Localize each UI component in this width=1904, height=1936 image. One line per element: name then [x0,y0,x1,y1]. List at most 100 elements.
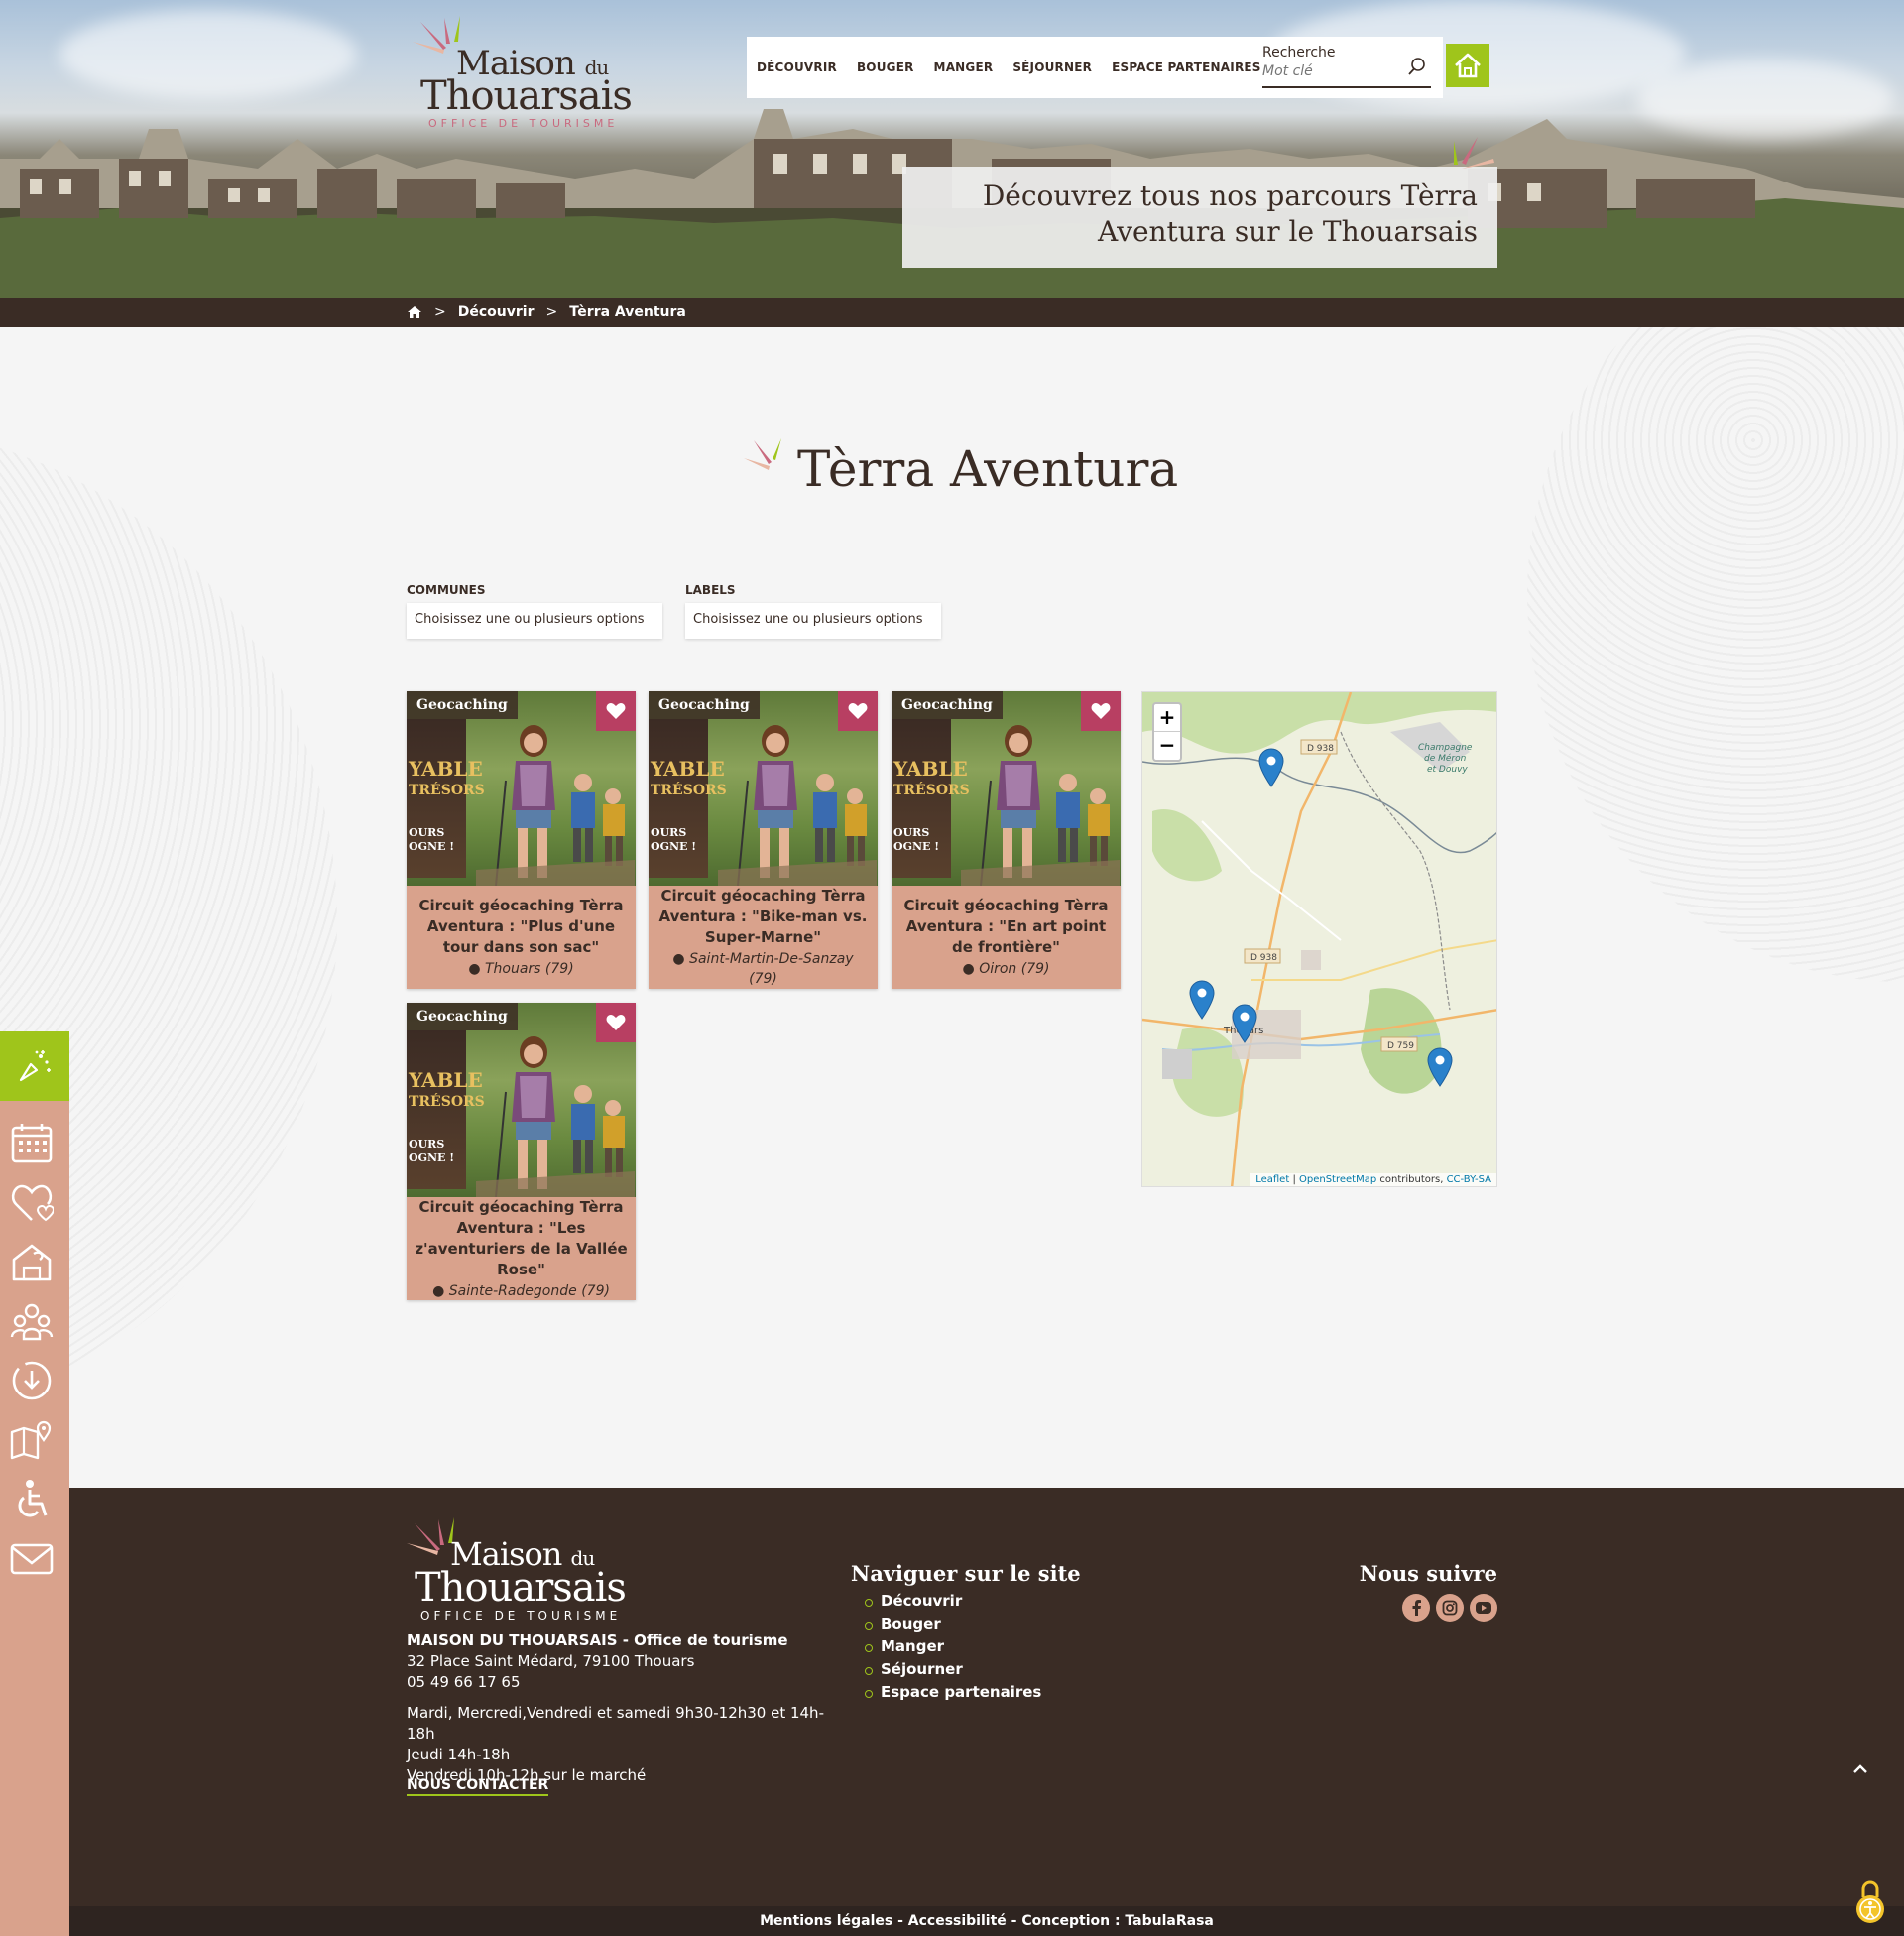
accommodation-icon[interactable] [10,1240,54,1283]
facebook-icon[interactable] [1402,1594,1430,1622]
home-button[interactable] [1446,44,1489,87]
activity-card[interactable]: YABLE TRÉSORS OURS OGNE ! Geocaching Cir… [649,691,878,989]
credits-link[interactable]: Conception : TabulaRasa [1021,1913,1214,1929]
filter-labels-select[interactable]: Choisissez une ou plusieurs options [685,603,941,639]
background-pattern [1527,327,1904,982]
hikers-illustration [476,1036,635,1197]
hikers-illustration [476,725,635,886]
breadcrumb-item-decouvrir[interactable]: Découvrir [458,304,535,320]
card-body: Circuit géocaching Tèrra Aventura : "Plu… [407,886,636,989]
activity-card[interactable]: YABLE TRÉSORS OURS OGNE ! Geocaching Cir… [892,691,1121,989]
accessibility-icon[interactable] [10,1478,54,1521]
leaflet-link[interactable]: Leaflet [1255,1174,1289,1185]
footer-nav-item-sejourner[interactable]: Séjourner [865,1658,1081,1681]
filter-communes: COMMUNES Choisissez une ou plusieurs opt… [407,583,662,639]
card-category-tag: Geocaching [649,691,760,719]
filter-label: LABELS [685,583,736,597]
card-title[interactable]: Circuit géocaching Tèrra Aventura : "Les… [415,1197,628,1280]
favorites-heart-icon[interactable] [10,1180,54,1224]
search-icon[interactable] [1407,57,1427,76]
mail-icon[interactable] [10,1537,54,1581]
heart-icon [606,703,626,719]
map-marker-icon[interactable] [1258,748,1284,787]
card-title[interactable]: Circuit géocaching Tèrra Aventura : "En … [899,896,1113,958]
nav-item-bouger[interactable]: BOUGER [857,60,914,74]
download-icon[interactable] [10,1359,54,1402]
filter-communes-select[interactable]: Choisissez une ou plusieurs options [407,603,662,639]
card-image[interactable]: YABLE TRÉSORS OURS OGNE ! Geocaching [407,691,636,886]
search-box: Recherche [1262,45,1431,88]
svg-text:Champagne: Champagne [1418,743,1473,753]
youtube-icon[interactable] [1470,1594,1497,1622]
calendar-icon[interactable] [10,1121,54,1164]
card-image[interactable]: YABLE TRÉSORS OURS OGNE ! Geocaching [649,691,878,886]
card-title[interactable]: Circuit géocaching Tèrra Aventura : "Plu… [415,896,628,958]
activity-card[interactable]: YABLE TRÉSORS OURS OGNE ! Geocaching Cir… [407,691,636,989]
legal-link[interactable]: Mentions légales [760,1913,892,1929]
map-zoom-control: + − [1152,702,1182,762]
groups-icon[interactable] [10,1299,54,1343]
card-category-tag: Geocaching [407,1003,518,1030]
card-body: Circuit géocaching Tèrra Aventura : "En … [892,886,1121,989]
favorite-button[interactable] [1081,691,1121,731]
card-poster: YABLE TRÉSORS OURS OGNE ! [407,1030,485,1189]
zoom-out-button[interactable]: − [1154,732,1180,760]
footer-nav-item-decouvrir[interactable]: Découvrir [865,1590,1081,1613]
card-poster: YABLE TRÉSORS OURS OGNE ! [892,719,970,878]
favorite-button[interactable] [838,691,878,731]
title-rays-icon [744,438,781,470]
breadcrumb-item-current: Tèrra Aventura [569,304,686,320]
footer-nav-item-espace-partenaires[interactable]: Espace partenaires [865,1681,1081,1704]
accessibility-link[interactable]: Accessibilité [908,1913,1007,1929]
back-to-top-icon[interactable] [1848,1757,1872,1781]
card-category-tag: Geocaching [892,691,1003,719]
breadcrumb-home-icon[interactable] [407,305,422,319]
breadcrumb: > Découvrir > Tèrra Aventura [0,298,1904,327]
activity-card[interactable]: YABLE TRÉSORS OURS OGNE ! Geocaching Cir… [407,1003,636,1300]
contact-link[interactable]: NOUS CONTACTER [407,1777,549,1796]
map-attribution: Leaflet | OpenStreetMap contributors, CC… [1250,1173,1496,1186]
cloud [60,10,357,99]
site-logo[interactable]: Maison du Thouarsais OFFICE DE TOURISME [407,14,633,130]
search-input[interactable] [1262,63,1391,79]
zoom-in-button[interactable]: + [1154,704,1180,732]
instagram-icon[interactable] [1436,1594,1464,1622]
decorative-rays-icon [1454,137,1494,169]
svg-text:D 938: D 938 [1250,953,1277,963]
footer-org-name: MAISON DU THOUARSAIS - Office de tourism… [407,1632,788,1649]
sparkle-icon [19,1050,51,1082]
filter-labels: LABELS Choisissez une ou plusieurs optio… [685,583,941,639]
map-location-icon[interactable] [10,1418,54,1462]
nav-item-espace-partenaires[interactable]: ESPACE PARTENAIRES [1112,60,1261,74]
card-image[interactable]: YABLE TRÉSORS OURS OGNE ! Geocaching [892,691,1121,886]
footer-nav-item-bouger[interactable]: Bouger [865,1613,1081,1635]
license-link[interactable]: CC-BY-SA [1447,1174,1491,1185]
footer-nav-title: Naviguer sur le site [851,1561,1081,1586]
footer-phone[interactable]: 05 49 66 17 65 [407,1672,824,1693]
osm-link[interactable]: OpenStreetMap [1299,1174,1376,1185]
heart-icon [606,1015,626,1030]
footer-hours-1b: 18h [407,1725,435,1743]
card-image[interactable]: YABLE TRÉSORS OURS OGNE ! Geocaching [407,1003,636,1197]
map-pin-icon: ● [962,961,975,977]
hero-headline-line1: Découvrez tous nos parcours Tèrra [982,180,1478,212]
sidebar-item-highlights[interactable] [0,1031,69,1101]
footer-logo[interactable]: Maison du Thouarsais OFFICE DE TOURISME [407,1515,627,1623]
nav-item-manger[interactable]: MANGER [934,60,994,74]
map-marker-icon[interactable] [1427,1047,1453,1087]
footer-hours-2: Jeudi 14h-18h [407,1746,511,1763]
logo-line2: Thouarsais [420,73,633,119]
card-title[interactable]: Circuit géocaching Tèrra Aventura : "Bik… [656,886,870,948]
interactive-map[interactable]: D 938 D 938 D 759 Thouars Champagne de M… [1141,691,1497,1187]
map-marker-icon[interactable] [1189,980,1215,1020]
accessibility-widget-icon[interactable] [1854,1877,1886,1925]
footer-social: Nous suivre [1269,1561,1497,1622]
card-category-tag: Geocaching [407,691,518,719]
favorite-button[interactable] [596,1003,636,1042]
footer-nav-item-manger[interactable]: Manger [865,1635,1081,1658]
favorite-button[interactable] [596,691,636,731]
map-marker-icon[interactable] [1232,1004,1257,1043]
site-footer: Maison du Thouarsais OFFICE DE TOURISME … [69,1488,1904,1906]
nav-item-decouvrir[interactable]: DÉCOUVRIR [757,60,837,74]
nav-item-sejourner[interactable]: SÉJOURNER [1012,60,1092,74]
